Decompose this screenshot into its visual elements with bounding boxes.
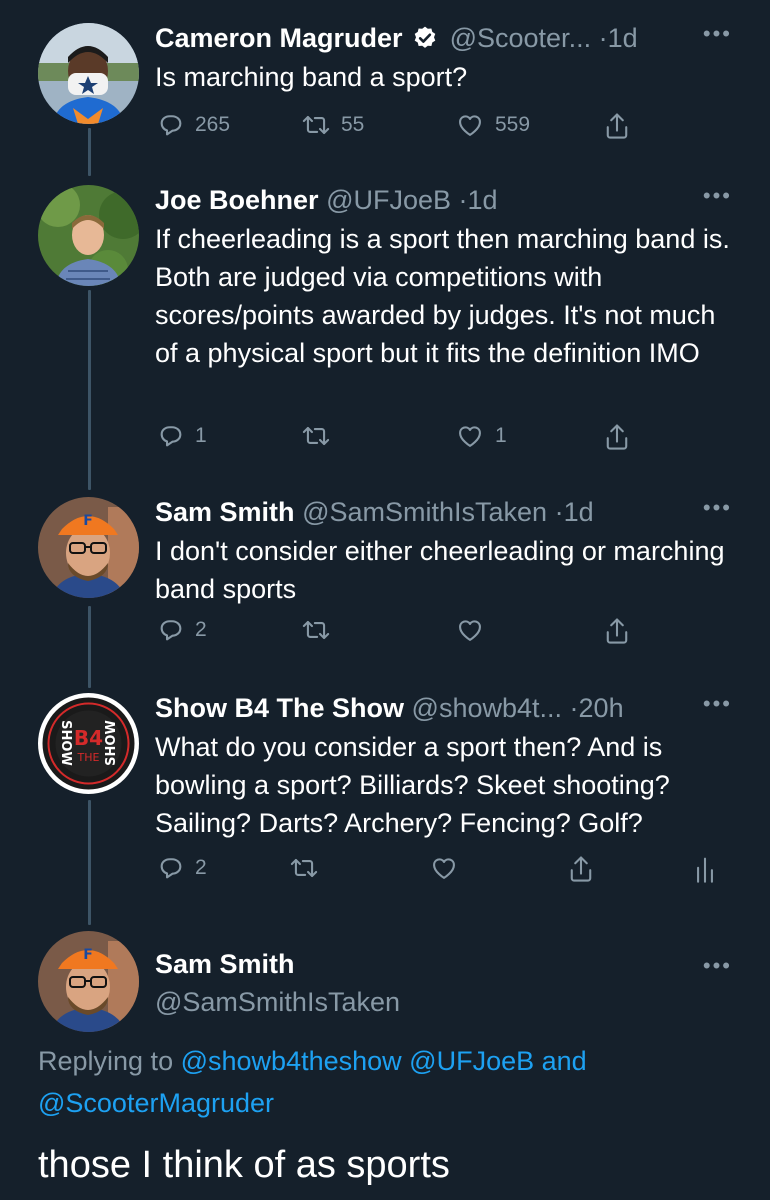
retweet-button[interactable] bbox=[301, 616, 341, 644]
retweet-button[interactable]: 55 bbox=[301, 111, 364, 139]
like-count: 559 bbox=[495, 113, 531, 136]
svg-text:SHOW: SHOW bbox=[58, 720, 73, 766]
analytics-icon bbox=[697, 857, 713, 883]
avatar-photo: F bbox=[38, 497, 139, 598]
svg-text:F: F bbox=[83, 947, 93, 963]
separator-dot: · bbox=[458, 185, 468, 215]
avatar[interactable] bbox=[38, 23, 139, 124]
handle[interactable]: @showb4t... bbox=[412, 693, 562, 723]
reply-count: 2 bbox=[195, 618, 207, 641]
replying-to: Replying to @showb4theshow @UFJoeB and @… bbox=[38, 1040, 740, 1124]
separator-dot: · bbox=[598, 23, 608, 53]
share-button[interactable] bbox=[603, 616, 631, 646]
separator-dot: · bbox=[569, 693, 579, 723]
retweet-button[interactable] bbox=[301, 422, 341, 450]
svg-text:SHOW: SHOW bbox=[104, 720, 119, 766]
retweet-button[interactable] bbox=[289, 854, 329, 882]
retweet-icon bbox=[302, 426, 330, 446]
like-button[interactable]: 1 bbox=[455, 422, 507, 450]
more-icon[interactable]: ••• bbox=[703, 955, 732, 977]
tweet-text: If cheerleading is a sport then marching… bbox=[155, 224, 730, 368]
display-name[interactable]: Cameron Magruder bbox=[155, 23, 403, 53]
more-icon[interactable]: ••• bbox=[703, 23, 732, 45]
display-name[interactable]: Sam Smith bbox=[155, 497, 295, 527]
heart-icon bbox=[433, 858, 455, 879]
reply-count: 2 bbox=[195, 856, 207, 879]
avatar[interactable] bbox=[38, 185, 139, 286]
svg-text:B4: B4 bbox=[74, 726, 103, 750]
like-count: 1 bbox=[495, 424, 507, 447]
handle[interactable]: @UFJoeB bbox=[326, 185, 451, 215]
display-name[interactable]: Joe Boehner bbox=[155, 185, 319, 215]
retweet-icon bbox=[302, 115, 330, 135]
mention-link[interactable]: @showb4theshow bbox=[181, 1046, 402, 1076]
mention-link[interactable]: @UFJoeB bbox=[409, 1046, 534, 1076]
handle[interactable]: @Scooter... bbox=[450, 23, 591, 53]
reply-button[interactable]: 2 bbox=[157, 616, 207, 644]
handle[interactable]: @SamSmithIsTaken bbox=[302, 497, 547, 527]
reply-button[interactable]: 1 bbox=[157, 422, 207, 450]
reply-icon bbox=[160, 115, 182, 136]
tweet[interactable]: SHOW SHOW B4 THE Show B4 The Show @showb… bbox=[0, 688, 770, 898]
share-button[interactable] bbox=[603, 111, 631, 141]
timestamp[interactable]: 1d bbox=[468, 185, 498, 215]
avatar-photo bbox=[38, 23, 139, 124]
heart-icon bbox=[459, 426, 481, 447]
reply-count: 1 bbox=[195, 424, 207, 447]
like-button[interactable]: 559 bbox=[455, 111, 530, 139]
retweet-count: 55 bbox=[341, 113, 365, 136]
show-b4-logo: SHOW SHOW B4 THE bbox=[38, 693, 139, 794]
reply-count: 265 bbox=[195, 113, 231, 136]
reply-button[interactable]: 2 bbox=[157, 854, 207, 882]
share-icon bbox=[606, 424, 628, 450]
svg-text:F: F bbox=[83, 513, 93, 529]
avatar[interactable]: SHOW SHOW B4 THE bbox=[38, 693, 139, 794]
avatar-photo: F bbox=[38, 931, 139, 1032]
verified-badge-icon bbox=[412, 24, 438, 60]
heart-icon bbox=[459, 115, 481, 136]
reply-icon bbox=[160, 426, 182, 447]
tweet-text: Is marching band a sport? bbox=[155, 62, 468, 92]
more-icon[interactable]: ••• bbox=[703, 497, 732, 519]
tweet[interactable]: Cameron Magruder @Scooter... ·1d ••• Is … bbox=[0, 18, 770, 158]
more-icon[interactable]: ••• bbox=[703, 693, 732, 715]
like-button[interactable] bbox=[455, 616, 495, 644]
reply-button[interactable]: 265 bbox=[157, 111, 230, 139]
share-icon bbox=[606, 113, 628, 139]
handle[interactable]: @SamSmithIsTaken bbox=[155, 984, 400, 1020]
share-icon bbox=[570, 856, 592, 882]
mention-and[interactable]: and bbox=[542, 1046, 587, 1076]
tweet-text: those I think of as sports bbox=[38, 1144, 450, 1186]
replying-to-label: Replying to bbox=[38, 1046, 174, 1076]
separator-dot: · bbox=[554, 497, 564, 527]
display-name[interactable]: Show B4 The Show bbox=[155, 693, 404, 723]
display-name[interactable]: Sam Smith bbox=[155, 946, 295, 982]
more-icon[interactable]: ••• bbox=[703, 185, 732, 207]
reply-icon bbox=[160, 620, 182, 641]
svg-text:THE: THE bbox=[77, 751, 100, 764]
avatar[interactable]: F bbox=[38, 931, 139, 1032]
tweet-text: I don't consider either cheerleading or … bbox=[155, 536, 725, 604]
reply-icon bbox=[160, 858, 182, 879]
share-button[interactable] bbox=[567, 854, 595, 884]
like-button[interactable] bbox=[429, 854, 469, 882]
avatar-photo bbox=[38, 185, 139, 286]
timestamp[interactable]: 20h bbox=[579, 693, 624, 723]
timestamp[interactable]: 1d bbox=[564, 497, 594, 527]
tweet[interactable]: Joe Boehner @UFJoeB ·1d ••• If cheerlead… bbox=[0, 180, 770, 480]
heart-icon bbox=[459, 620, 481, 641]
share-button[interactable] bbox=[603, 422, 631, 452]
timestamp[interactable]: 1d bbox=[608, 23, 638, 53]
analytics-button[interactable] bbox=[693, 854, 717, 884]
tweet-text: What do you consider a sport then? And i… bbox=[155, 732, 670, 838]
mention-link[interactable]: @ScooterMagruder bbox=[38, 1088, 274, 1118]
retweet-icon bbox=[290, 858, 318, 878]
share-icon bbox=[606, 618, 628, 644]
tweet[interactable]: F Sam Smith @SamSmithIsTaken ·1d ••• I d… bbox=[0, 492, 770, 662]
retweet-icon bbox=[302, 620, 330, 640]
avatar[interactable]: F bbox=[38, 497, 139, 598]
